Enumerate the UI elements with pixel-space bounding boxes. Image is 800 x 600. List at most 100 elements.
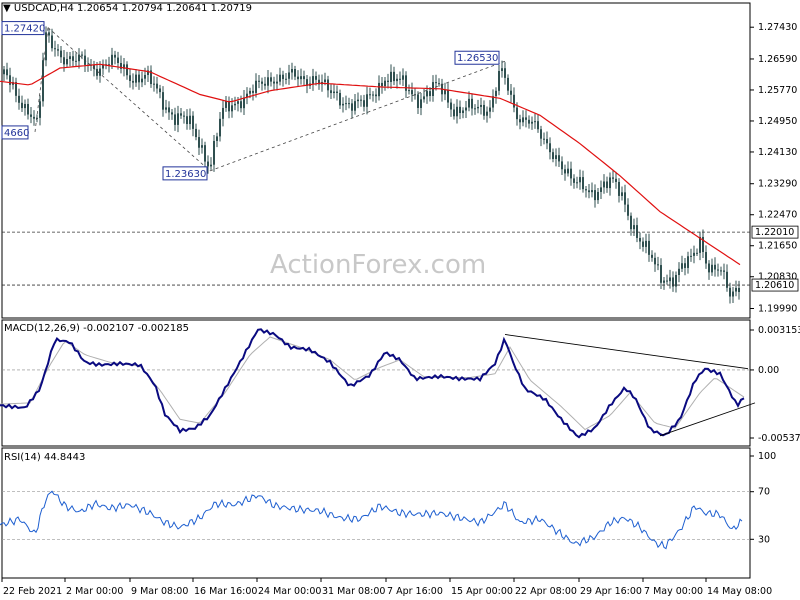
candle-body	[573, 178, 575, 183]
candle-body	[342, 103, 344, 106]
candle-body	[603, 181, 605, 188]
candle-body	[723, 270, 725, 272]
rsi-title: RSI(14) 44.8443	[4, 452, 86, 463]
candle-body	[348, 103, 350, 105]
candle-body	[201, 145, 203, 148]
candle-body	[693, 252, 695, 256]
candle-body	[516, 107, 518, 120]
candle-body	[111, 54, 113, 65]
candle-body	[177, 113, 179, 125]
candle-body	[732, 291, 734, 297]
price-annotation-label: 1.27420	[4, 24, 45, 35]
macd-trendline	[504, 334, 749, 370]
dropdown-arrow-icon[interactable]: ▼	[3, 3, 11, 14]
candle-body	[15, 82, 17, 96]
candle-body	[234, 103, 236, 106]
candle-body	[438, 83, 440, 85]
candle-body	[471, 98, 473, 109]
candle-body	[360, 99, 362, 101]
candle-body	[225, 101, 227, 108]
macd-trendline	[659, 402, 756, 437]
candle-body	[207, 161, 209, 167]
candle-body	[183, 115, 185, 117]
candle-body	[678, 268, 680, 275]
candle-body	[405, 75, 407, 91]
candle-body	[609, 177, 611, 189]
candle-body	[243, 97, 245, 109]
candle-body	[522, 117, 524, 123]
candle-body	[189, 115, 191, 125]
x-tick-label: 29 Apr 16:00	[580, 586, 642, 597]
x-tick-label: 22 Feb 2021	[3, 586, 62, 597]
candle-body	[681, 263, 683, 269]
macd-signal-line	[0, 336, 745, 431]
candle-body	[489, 107, 491, 112]
candle-body	[195, 128, 197, 138]
candle-body	[132, 80, 134, 83]
candle-body	[687, 256, 689, 268]
macd-line	[0, 328, 745, 439]
candle-body	[597, 191, 599, 201]
symbol-label: USDCAD,H4	[13, 3, 74, 14]
symbol-info: ▼ USDCAD,H4 1.20654 1.20794 1.20641 1.20…	[3, 3, 252, 14]
candle-body	[249, 90, 251, 94]
candle-body	[48, 32, 50, 36]
rsi-tick-label: 30	[758, 534, 770, 545]
candle-body	[69, 56, 71, 60]
candle-body	[336, 91, 338, 93]
candle-body	[642, 241, 644, 247]
candle-body	[738, 287, 740, 293]
x-tick-label: 2 Mar 00:00	[66, 586, 123, 597]
candle-body	[507, 77, 509, 91]
candle-body	[540, 129, 542, 139]
price-tick-label: 1.25770	[758, 85, 797, 96]
candle-body	[621, 192, 623, 196]
candle-body	[549, 143, 551, 153]
candle-body	[255, 80, 257, 93]
candle-body	[24, 103, 26, 109]
candle-body	[21, 102, 23, 109]
candle-body	[543, 138, 545, 140]
price-annotation-label: 1.26530	[457, 53, 498, 64]
candle-body	[300, 76, 302, 80]
candle-body	[654, 257, 656, 265]
candle-body	[447, 90, 449, 103]
candle-body	[495, 90, 497, 97]
macd-tick-label: 0.003153	[758, 325, 800, 336]
candle-body	[216, 136, 218, 141]
candle-body	[198, 137, 200, 148]
candle-body	[669, 277, 671, 282]
candle-body	[156, 83, 158, 89]
candle-body	[54, 48, 56, 50]
macd-panel-frame	[1, 319, 751, 447]
candle-body	[510, 90, 512, 95]
candle-body	[261, 81, 263, 84]
candle-body	[519, 119, 521, 123]
x-tick-label: 22 Apr 08:00	[515, 586, 577, 597]
candle-body	[393, 71, 395, 82]
candle-body	[474, 108, 476, 110]
candle-body	[270, 77, 272, 82]
candle-body	[168, 107, 170, 113]
price-tick-label: 1.24950	[758, 116, 797, 127]
candle-body	[501, 68, 503, 71]
candle-body	[369, 94, 371, 96]
price-tick-label: 1.19990	[758, 303, 797, 314]
candle-body	[657, 264, 659, 266]
candle-body	[618, 181, 620, 196]
candle-body	[252, 90, 254, 93]
candle-body	[444, 90, 446, 95]
candle-body	[324, 79, 326, 82]
candle-body	[435, 82, 437, 84]
candle-body	[273, 81, 275, 84]
candle-body	[171, 112, 173, 115]
candle-body	[27, 103, 29, 115]
candle-body	[606, 181, 608, 189]
candle-body	[333, 91, 335, 94]
level-tag-label: 1.22010	[755, 227, 794, 238]
candle-body	[288, 72, 290, 79]
candle-body	[579, 177, 581, 183]
price-tick-label: 1.24130	[758, 147, 797, 158]
candle-body	[429, 91, 431, 96]
candle-body	[384, 80, 386, 87]
